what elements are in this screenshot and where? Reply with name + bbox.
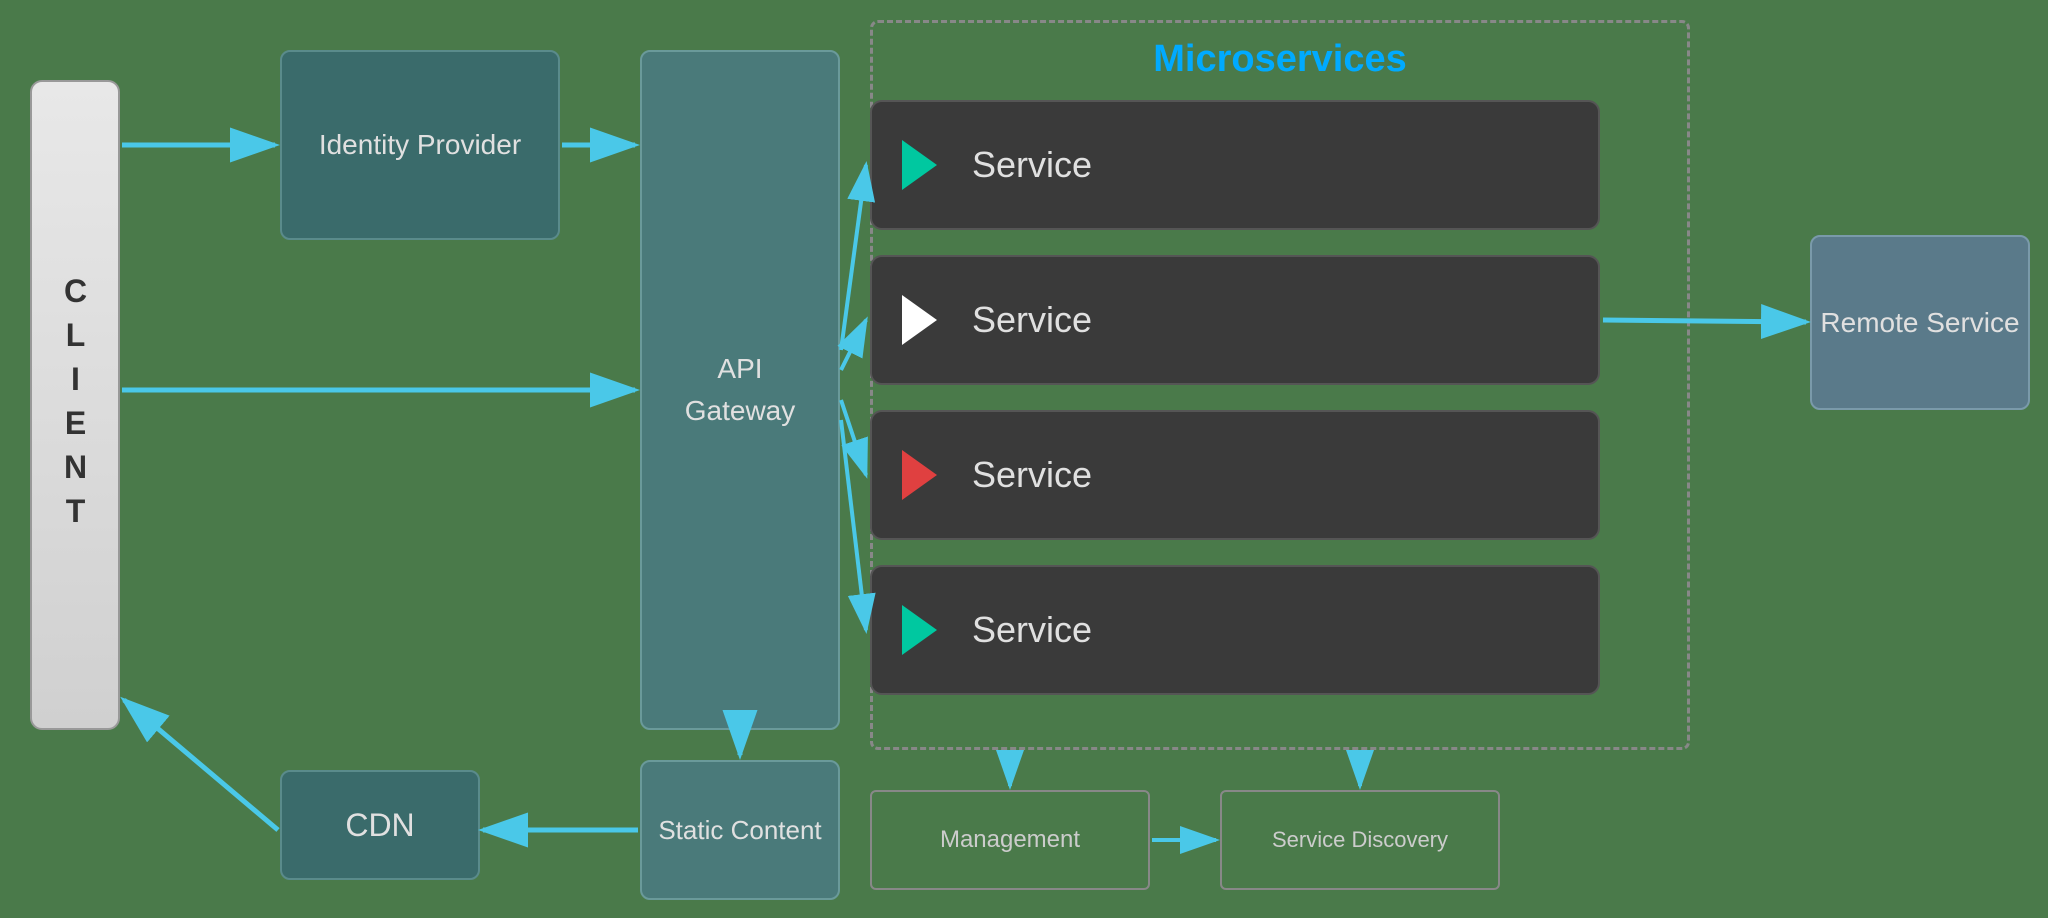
arrow-gateway-to-service3 xyxy=(841,400,866,475)
service-label-2: Service xyxy=(972,299,1092,341)
management-label: Management xyxy=(940,826,1080,854)
identity-provider-box: Identity Provider xyxy=(280,50,560,240)
static-content-label: Static Content xyxy=(658,812,821,848)
arrow-cdn-to-client xyxy=(124,700,278,830)
arrow-gateway-to-service2 xyxy=(841,320,866,370)
service-label-4: Service xyxy=(972,609,1092,651)
remote-service-box: Remote Service xyxy=(1810,235,2030,410)
service-label-1: Service xyxy=(972,144,1092,186)
remote-service-label: Remote Service xyxy=(1820,303,2019,342)
service-label-3: Service xyxy=(972,454,1092,496)
service-chevron-2-icon xyxy=(892,290,952,350)
arrow-gateway-to-service1 xyxy=(841,165,866,350)
api-gateway-label: APIGateway xyxy=(685,348,796,432)
service-discovery-label: Service Discovery xyxy=(1272,826,1448,855)
api-gateway-box: APIGateway xyxy=(640,50,840,730)
client-label: CLIENT xyxy=(57,273,94,537)
cdn-label: CDN xyxy=(345,807,414,844)
service-chevron-4-icon xyxy=(892,600,952,660)
service-box-2: Service xyxy=(870,255,1600,385)
service-box-1: Service xyxy=(870,100,1600,230)
service-discovery-box: Service Discovery xyxy=(1220,790,1500,890)
static-content-box: Static Content xyxy=(640,760,840,900)
cdn-box: CDN xyxy=(280,770,480,880)
service-chevron-1-icon xyxy=(892,135,952,195)
service-chevron-3-icon xyxy=(892,445,952,505)
management-box: Management xyxy=(870,790,1150,890)
microservices-title: Microservices xyxy=(1153,38,1407,81)
service-box-4: Service xyxy=(870,565,1600,695)
arrow-gateway-to-service4 xyxy=(841,420,866,630)
service-box-3: Service xyxy=(870,410,1600,540)
client-box: CLIENT xyxy=(30,80,120,730)
diagram-container: CLIENT Identity Provider APIGateway Stat… xyxy=(0,0,2048,918)
identity-provider-label: Identity Provider xyxy=(319,125,521,164)
